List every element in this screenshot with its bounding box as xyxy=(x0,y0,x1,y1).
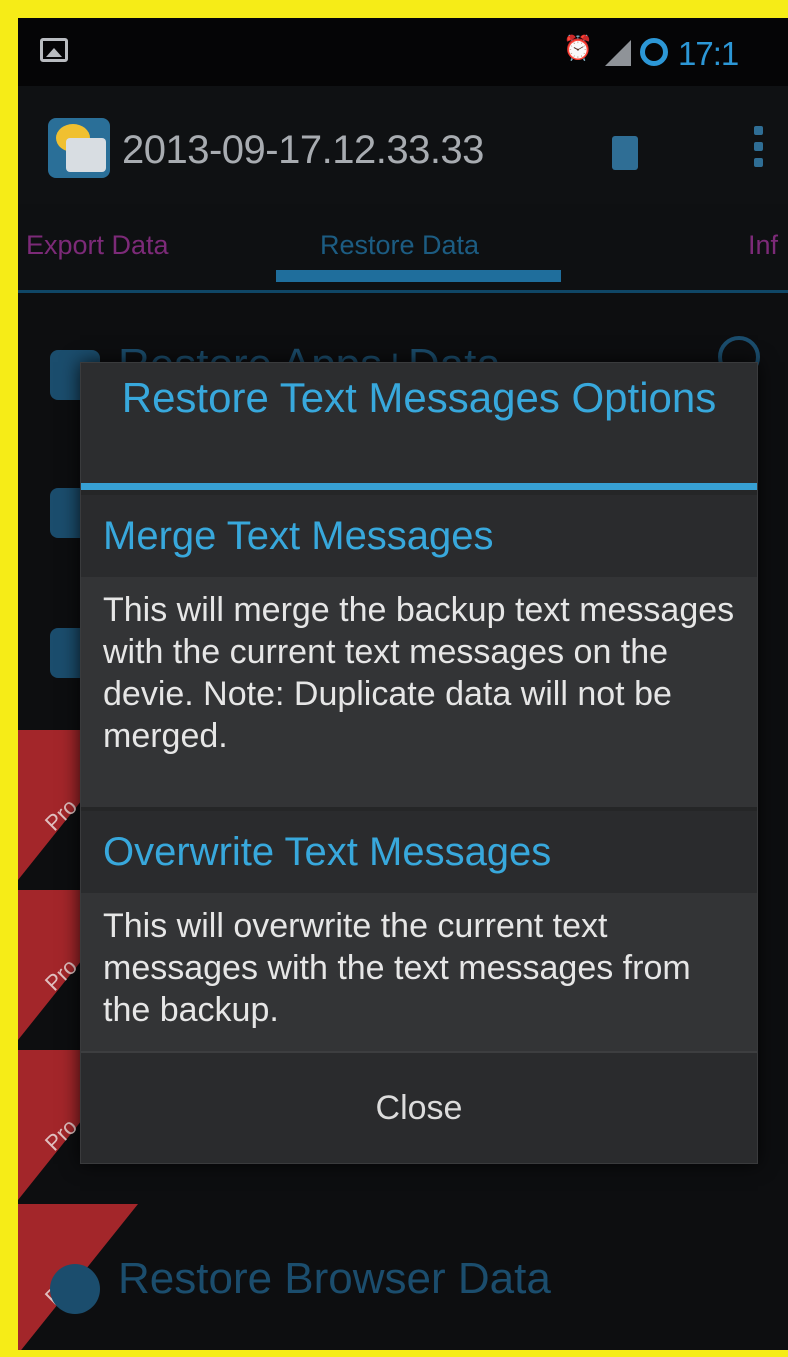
image-icon xyxy=(40,38,68,62)
close-button[interactable]: Close xyxy=(81,1051,757,1163)
status-time: 17:1 xyxy=(678,35,739,72)
tab-info[interactable]: Inf xyxy=(748,230,778,261)
option-overwrite-header[interactable]: Overwrite Text Messages xyxy=(81,811,757,893)
phone-screen: ⏰ 17:1 2013-09-17.12.33.33 Export Data R… xyxy=(18,18,788,1350)
action-bar-title: 2013-09-17.12.33.33 xyxy=(122,128,484,172)
option-merge-body[interactable]: This will merge the backup text messages… xyxy=(81,577,757,807)
list-item-restore-browser[interactable]: Pro Restore Browser Data xyxy=(18,1204,788,1350)
dialog-title: Restore Text Messages Options xyxy=(81,363,757,483)
restore-options-dialog: Restore Text Messages Options Merge Text… xyxy=(80,362,758,1164)
status-bar: ⏰ 17:1 xyxy=(18,18,788,86)
overflow-menu-icon[interactable] xyxy=(754,126,764,178)
alarm-icon: ⏰ xyxy=(563,35,593,62)
signal-icon xyxy=(605,40,631,66)
tab-restore-data[interactable]: Restore Data xyxy=(320,230,479,261)
sync-icon xyxy=(640,38,668,66)
app-icon[interactable] xyxy=(48,118,110,178)
delete-icon[interactable] xyxy=(612,136,638,170)
globe-icon xyxy=(50,1264,100,1314)
dialog-title-divider xyxy=(81,483,757,490)
tab-export-data[interactable]: Export Data xyxy=(26,230,169,261)
option-overwrite-body[interactable]: This will overwrite the current text mes… xyxy=(81,893,757,1051)
list-item-label: Restore Browser Data xyxy=(118,1254,551,1303)
tab-selected-indicator xyxy=(276,270,561,282)
option-merge-header[interactable]: Merge Text Messages xyxy=(81,495,757,577)
action-bar: 2013-09-17.12.33.33 xyxy=(18,86,788,204)
